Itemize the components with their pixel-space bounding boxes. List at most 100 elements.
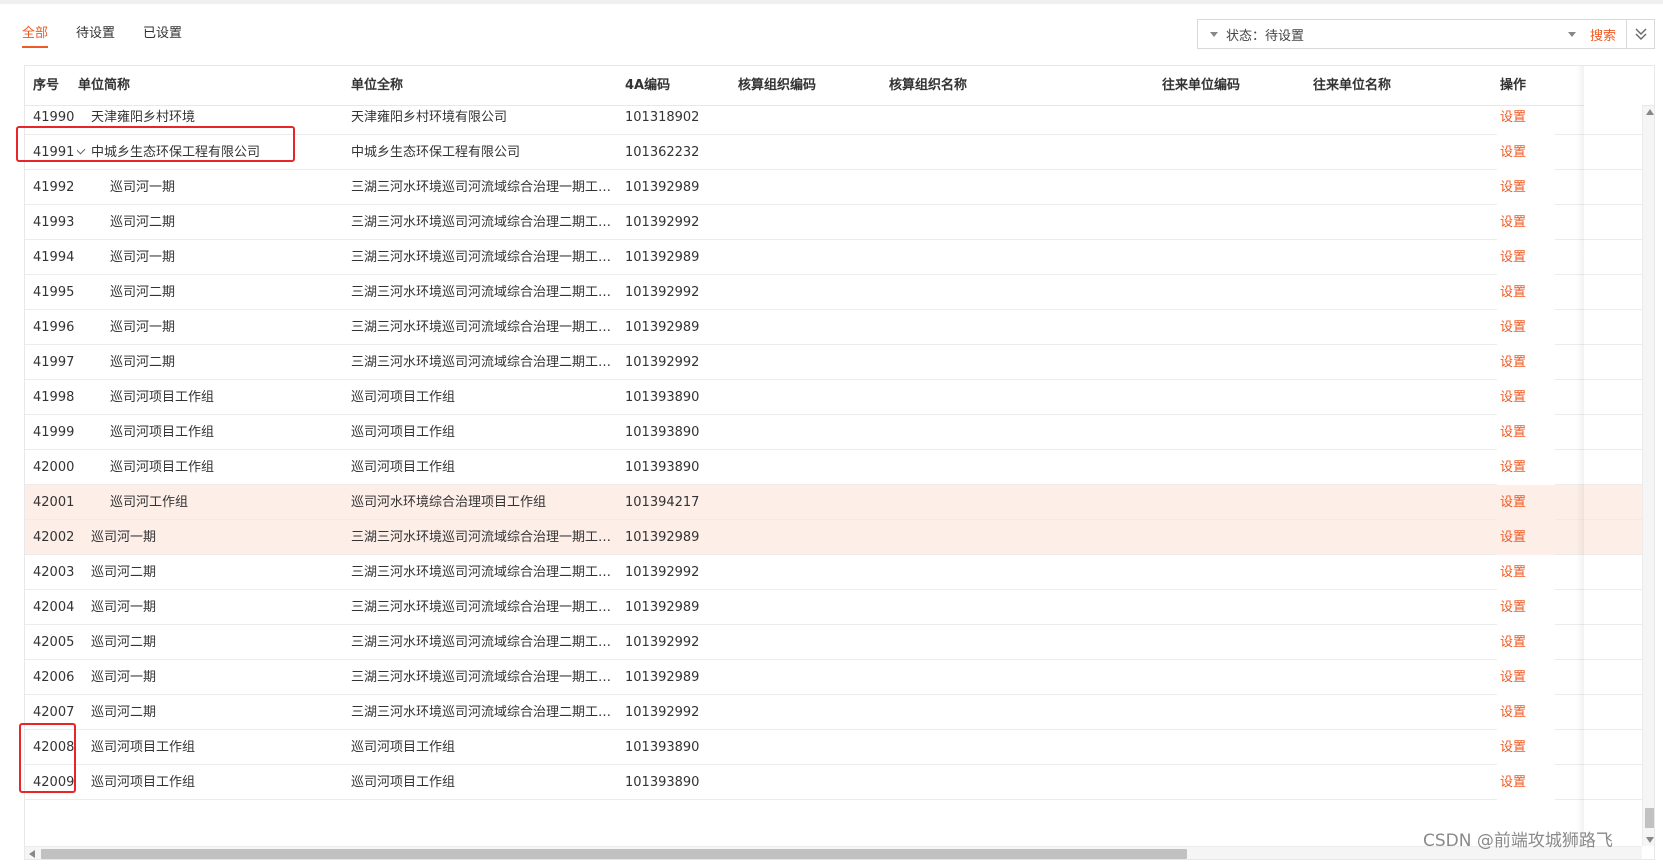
table-row[interactable]: 41995 巡司河二期 三湖三河水环境巡司河流域综合治理二期工程... 1013929… <box>25 275 1654 312</box>
row-4a-code: 101393890 <box>625 460 700 475</box>
row-full-name: 巡司河水环境综合治理项目工作组 <box>351 495 547 510</box>
set-link[interactable]: 设置 <box>1500 106 1540 137</box>
short-name-text: 中城乡生态环保工程有限公司 <box>91 145 261 160</box>
table-row[interactable]: 42009 巡司河项目工作组 巡司河项目工作组 101393890 设置 <box>25 765 1654 802</box>
short-name-text: 巡司河二期 <box>91 635 157 650</box>
row-4a-code: 101392992 <box>625 355 700 370</box>
short-name-text: 巡司河一期 <box>91 530 157 545</box>
set-link[interactable]: 设置 <box>1500 450 1540 487</box>
row-index: 41991 <box>33 145 75 160</box>
set-link[interactable]: 设置 <box>1500 520 1540 557</box>
row-short-name: 巡司河一期 <box>91 520 351 557</box>
table-row[interactable]: 42004 巡司河一期 三湖三河水环境巡司河流域综合治理一期工程... 1013929… <box>25 590 1654 627</box>
table-row[interactable]: 42000 巡司河项目工作组 巡司河项目工作组 101393890 设置 <box>25 450 1654 487</box>
col-partner-code: 往来单位编码 <box>1162 78 1241 93</box>
scroll-down-icon[interactable] <box>1646 837 1654 843</box>
table-row[interactable]: 42007 巡司河二期 三湖三河水环境巡司河流域综合治理二期工程... 1013929… <box>25 695 1654 732</box>
table-row[interactable]: 41997 巡司河二期 三湖三河水环境巡司河流域综合治理二期工程... 1013929… <box>25 345 1654 382</box>
row-short-name: 巡司河二期 <box>91 555 351 592</box>
tab-configured[interactable]: 已设置 <box>143 22 182 50</box>
table-row[interactable]: 41996 巡司河一期 三湖三河水环境巡司河流域综合治理一期工程... 1013929… <box>25 310 1654 347</box>
status-filter-value[interactable]: 状态：待设置 <box>1226 25 1568 44</box>
row-index: 41992 <box>33 180 75 195</box>
set-link[interactable]: 设置 <box>1500 660 1540 697</box>
set-link[interactable]: 设置 <box>1500 625 1540 662</box>
set-link[interactable]: 设置 <box>1500 310 1540 347</box>
table-row[interactable]: 42008 巡司河项目工作组 巡司河项目工作组 101393890 设置 <box>25 730 1654 767</box>
set-link[interactable]: 设置 <box>1500 135 1540 172</box>
table-row[interactable]: 41990 天津雍阳乡村环境 天津雍阳乡村环境有限公司 101318902 设置 <box>25 106 1654 137</box>
table-row[interactable]: 42003 巡司河二期 三湖三河水环境巡司河流域综合治理二期工程... 1013929… <box>25 555 1654 592</box>
col-index: 序号 <box>33 78 60 93</box>
scroll-left-icon[interactable] <box>29 850 35 858</box>
chevron-down-icon[interactable] <box>77 144 86 155</box>
table-row[interactable]: 42006 巡司河一期 三湖三河水环境巡司河流域综合治理一期工程... 1013929… <box>25 660 1654 697</box>
short-name-text: 巡司河项目工作组 <box>91 775 196 790</box>
set-link[interactable]: 设置 <box>1500 765 1540 802</box>
table-row[interactable]: 42001 巡司河工作组 巡司河水环境综合治理项目工作组 101394217 设置 <box>25 485 1654 522</box>
table-row[interactable]: 42005 巡司河二期 三湖三河水环境巡司河流域综合治理二期工程... 1013929… <box>25 625 1654 662</box>
set-link[interactable]: 设置 <box>1500 345 1540 382</box>
horizontal-scrollbar[interactable] <box>25 846 1642 859</box>
row-index: 42001 <box>33 495 75 510</box>
vertical-scrollbar[interactable] <box>1642 106 1654 846</box>
table-row[interactable]: 41998 巡司河项目工作组 巡司河项目工作组 101393890 设置 <box>25 380 1654 417</box>
op-header-bg <box>1584 66 1642 106</box>
table-header: 序号 单位简称 单位全称 4A编码 核算组织编码 核算组织名称 往来单位编码 往… <box>25 66 1654 106</box>
row-4a-code: 101392992 <box>625 285 700 300</box>
dropdown-arrow-icon[interactable] <box>1567 31 1576 37</box>
row-full-name: 三湖三河水环境巡司河流域综合治理一期工程... <box>351 180 621 195</box>
set-link[interactable]: 设置 <box>1500 275 1540 312</box>
set-link[interactable]: 设置 <box>1500 555 1540 592</box>
row-4a-code: 101362232 <box>625 145 700 160</box>
row-4a-code: 101393890 <box>625 390 700 405</box>
row-short-name: 巡司河一期 <box>110 310 370 347</box>
scroll-up-icon[interactable] <box>1646 109 1654 115</box>
row-short-name: 巡司河工作组 <box>110 485 370 522</box>
set-link[interactable]: 设置 <box>1500 590 1540 627</box>
tab-all[interactable]: 全部 <box>22 22 49 50</box>
row-4a-code: 101318902 <box>625 110 700 125</box>
table-row[interactable]: 41993 巡司河二期 三湖三河水环境巡司河流域综合治理二期工程... 1013929… <box>25 205 1654 242</box>
row-4a-code: 101392989 <box>625 600 700 615</box>
table-row[interactable]: 41991 中城乡生态环保工程有限公司 中城乡生态环保工程有限公司 101362232… <box>25 135 1654 172</box>
table-row[interactable]: 41999 巡司河项目工作组 巡司河项目工作组 101393890 设置 <box>25 415 1654 452</box>
row-index: 41990 <box>33 110 75 125</box>
short-name-text: 巡司河项目工作组 <box>110 390 215 405</box>
set-link[interactable]: 设置 <box>1500 485 1540 522</box>
row-full-name: 三湖三河水环境巡司河流域综合治理二期工程... <box>351 355 621 370</box>
set-link[interactable]: 设置 <box>1500 170 1540 207</box>
set-link[interactable]: 设置 <box>1500 380 1540 417</box>
row-4a-code: 101393890 <box>625 740 700 755</box>
top-divider <box>0 0 1663 4</box>
col-4a-code: 4A编码 <box>625 78 671 93</box>
table-row[interactable]: 41994 巡司河一期 三湖三河水环境巡司河流域综合治理一期工程... 1013929… <box>25 240 1654 277</box>
set-link[interactable]: 设置 <box>1500 205 1540 242</box>
set-link[interactable]: 设置 <box>1500 730 1540 767</box>
tab-pending[interactable]: 待设置 <box>76 22 115 50</box>
collapse-search-button[interactable] <box>1627 19 1655 49</box>
row-full-name: 三湖三河水环境巡司河流域综合治理二期工程... <box>351 565 621 580</box>
search-bar[interactable]: 状态：待设置 搜索 <box>1197 19 1627 49</box>
table-row[interactable]: 42002 巡司河一期 三湖三河水环境巡司河流域综合治理一期工程... 1013929… <box>25 520 1654 557</box>
row-index: 41994 <box>33 250 75 265</box>
row-index: 42002 <box>33 530 75 545</box>
short-name-text: 巡司河二期 <box>91 565 157 580</box>
table-row[interactable]: 41992 巡司河一期 三湖三河水环境巡司河流域综合治理一期工程... 1013929… <box>25 170 1654 207</box>
row-full-name: 巡司河项目工作组 <box>351 740 456 755</box>
row-full-name: 三湖三河水环境巡司河流域综合治理一期工程... <box>351 530 621 545</box>
set-link[interactable]: 设置 <box>1500 240 1540 277</box>
horizontal-scroll-thumb[interactable] <box>41 849 1187 859</box>
row-full-name: 巡司河项目工作组 <box>351 425 456 440</box>
set-link[interactable]: 设置 <box>1500 415 1540 452</box>
row-index: 42006 <box>33 670 75 685</box>
row-short-name: 天津雍阳乡村环境 <box>91 106 351 137</box>
set-link[interactable]: 设置 <box>1500 695 1540 732</box>
row-short-name: 巡司河二期 <box>110 205 370 242</box>
short-name-text: 巡司河项目工作组 <box>110 425 215 440</box>
row-short-name: 巡司河二期 <box>110 345 370 382</box>
double-chevron-down-icon <box>1635 28 1646 40</box>
row-full-name: 巡司河项目工作组 <box>351 775 456 790</box>
search-button[interactable]: 搜索 <box>1590 25 1616 44</box>
vertical-scroll-thumb[interactable] <box>1645 808 1654 828</box>
